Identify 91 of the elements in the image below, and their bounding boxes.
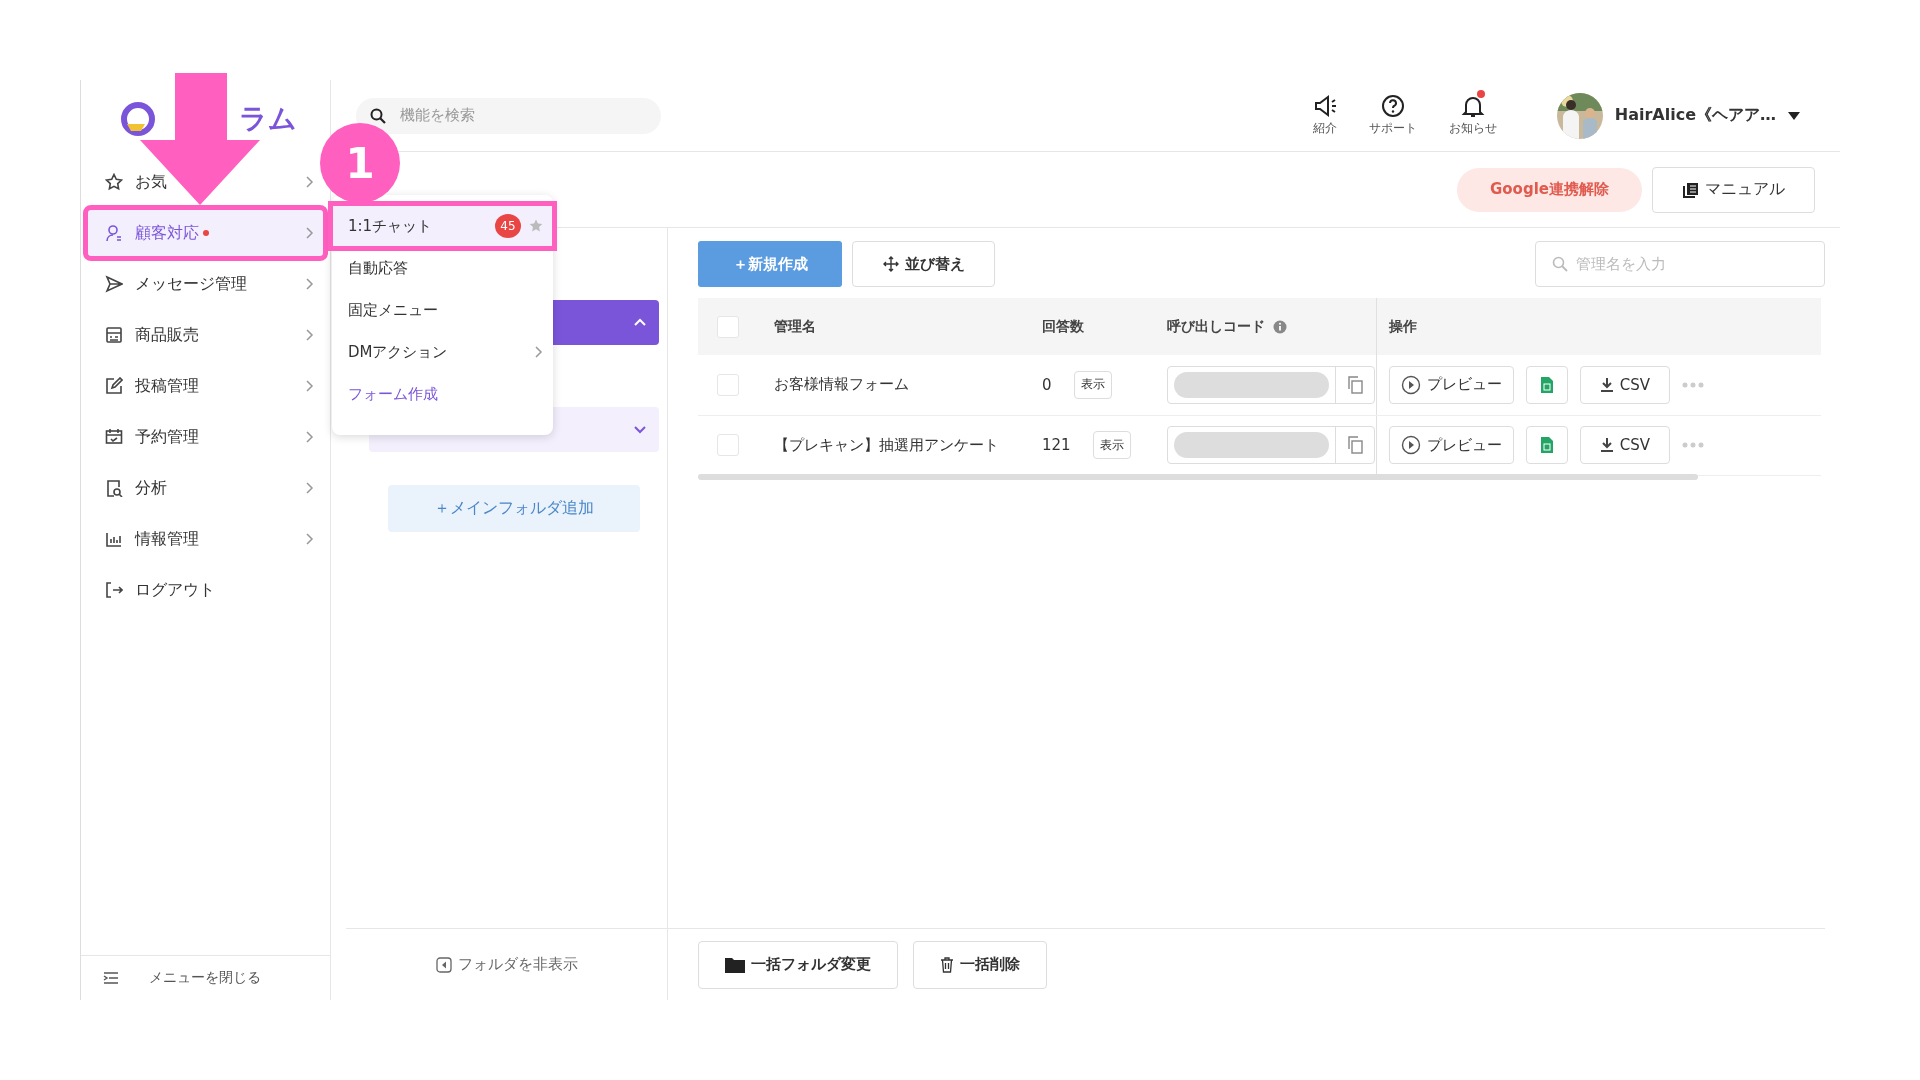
bulk-delete-button[interactable]: 一括削除 bbox=[913, 940, 1047, 989]
search-icon bbox=[370, 107, 386, 124]
logo-text: ラム bbox=[239, 101, 297, 137]
select-all-checkbox[interactable] bbox=[717, 315, 739, 338]
more-icon[interactable] bbox=[1682, 381, 1704, 388]
bar-chart-icon bbox=[105, 530, 123, 548]
submenu-item[interactable]: 自動応答 bbox=[332, 247, 553, 289]
logo-icon bbox=[121, 102, 155, 136]
header-button[interactable]: サポート bbox=[1368, 94, 1417, 137]
register-icon bbox=[105, 326, 123, 344]
preview-button[interactable]: プレビュー bbox=[1389, 426, 1514, 464]
play-icon bbox=[1401, 374, 1421, 395]
manual-button[interactable]: マニュアル bbox=[1652, 166, 1815, 213]
more-icon[interactable] bbox=[1682, 442, 1704, 448]
table-cell: お客様情報フォーム bbox=[774, 375, 909, 394]
sidebar-item[interactable]: 分析 bbox=[87, 464, 324, 512]
csv-button[interactable]: CSV bbox=[1580, 426, 1670, 464]
report-icon bbox=[105, 479, 123, 497]
column-header: 操作 bbox=[1389, 317, 1417, 334]
column-header: 管理名 bbox=[774, 317, 816, 334]
count-badge: 45 bbox=[495, 214, 521, 238]
header-button[interactable]: お知らせ bbox=[1448, 94, 1497, 137]
star-icon bbox=[105, 173, 123, 191]
row-checkbox[interactable] bbox=[717, 373, 739, 396]
close-menu-button[interactable]: メニューを閉じる bbox=[81, 955, 330, 1000]
chevron-down-icon bbox=[632, 423, 647, 436]
preview-button[interactable]: プレビュー bbox=[1389, 365, 1514, 404]
table-cell: 121 bbox=[1042, 436, 1071, 454]
chevron-right-icon bbox=[304, 430, 314, 444]
sidebar-item[interactable]: ログアウト bbox=[87, 566, 324, 614]
row-checkbox[interactable] bbox=[717, 434, 739, 456]
close-menu-label: メニューを閉じる bbox=[149, 969, 261, 987]
sort-button[interactable]: 並び替え bbox=[852, 241, 995, 287]
send-icon bbox=[105, 275, 123, 293]
show-button[interactable]: 表示 bbox=[1092, 431, 1131, 459]
book-icon bbox=[1682, 181, 1699, 198]
folder-icon bbox=[725, 956, 745, 973]
chevron-right-icon bbox=[304, 277, 314, 291]
download-icon bbox=[1599, 376, 1614, 393]
sidebar-item[interactable]: 商品販売 bbox=[87, 311, 324, 359]
chevron-right-icon bbox=[304, 175, 314, 189]
column-header: 呼び出しコード bbox=[1167, 317, 1265, 334]
menu-icon bbox=[103, 971, 119, 985]
table-cell: 【プレキャン】抽選用アンケート bbox=[774, 435, 999, 454]
download-icon bbox=[1599, 437, 1614, 453]
logout-icon bbox=[105, 581, 123, 599]
chevron-right-icon bbox=[304, 379, 314, 393]
caret-down-icon[interactable] bbox=[1788, 111, 1800, 120]
person-icon bbox=[105, 224, 123, 242]
step-number: 1 bbox=[320, 123, 400, 203]
copy-icon[interactable] bbox=[1346, 436, 1363, 454]
submenu-item[interactable]: DMアクション bbox=[332, 331, 553, 373]
spreadsheet-button[interactable] bbox=[1526, 426, 1568, 464]
info-icon bbox=[1273, 319, 1287, 334]
bell-icon bbox=[1460, 94, 1485, 118]
chevron-right-icon bbox=[304, 328, 314, 342]
spreadsheet-icon bbox=[1541, 437, 1553, 453]
spreadsheet-icon bbox=[1541, 376, 1553, 393]
scrollbar[interactable] bbox=[698, 473, 1698, 480]
calendar-icon bbox=[105, 428, 123, 446]
header-button[interactable]: 紹介 bbox=[1312, 94, 1337, 137]
account-name[interactable]: HairAlice《ヘアア… bbox=[1614, 105, 1776, 126]
chevron-right-icon bbox=[304, 226, 314, 240]
copy-icon[interactable] bbox=[1346, 375, 1363, 394]
code-field[interactable] bbox=[1167, 426, 1375, 464]
bulk-folder-button[interactable]: 一括フォルダ変更 bbox=[698, 940, 898, 989]
column-header: 回答数 bbox=[1042, 317, 1084, 334]
move-icon bbox=[882, 256, 899, 272]
sidebar-item[interactable]: 予約管理 bbox=[87, 413, 324, 461]
star-icon[interactable] bbox=[529, 219, 543, 233]
show-button[interactable]: 表示 bbox=[1073, 370, 1112, 399]
code-field[interactable] bbox=[1167, 365, 1375, 404]
chevron-right-icon bbox=[533, 345, 543, 359]
spreadsheet-button[interactable] bbox=[1526, 365, 1568, 404]
play-icon bbox=[1401, 435, 1421, 455]
trash-icon bbox=[940, 956, 954, 973]
submenu-item[interactable]: 固定メニュー bbox=[332, 289, 553, 331]
chevron-right-icon bbox=[304, 532, 314, 546]
chevron-right-icon bbox=[304, 481, 314, 495]
sidebar-item[interactable]: 投稿管理 bbox=[87, 362, 324, 410]
collapse-icon bbox=[435, 956, 452, 973]
csv-button[interactable]: CSV bbox=[1580, 365, 1670, 404]
megaphone-icon bbox=[1312, 94, 1337, 118]
search-icon bbox=[1552, 256, 1568, 272]
edit-icon bbox=[105, 377, 123, 395]
help-icon bbox=[1380, 94, 1405, 118]
sidebar-item[interactable]: メッセージ管理 bbox=[87, 260, 324, 308]
submenu-item[interactable]: フォーム作成 bbox=[332, 373, 553, 415]
hide-folder-button[interactable]: フォルダを非表示 bbox=[435, 955, 578, 974]
table-cell: 0 bbox=[1042, 375, 1052, 394]
sidebar-item[interactable]: 情報管理 bbox=[87, 515, 324, 563]
